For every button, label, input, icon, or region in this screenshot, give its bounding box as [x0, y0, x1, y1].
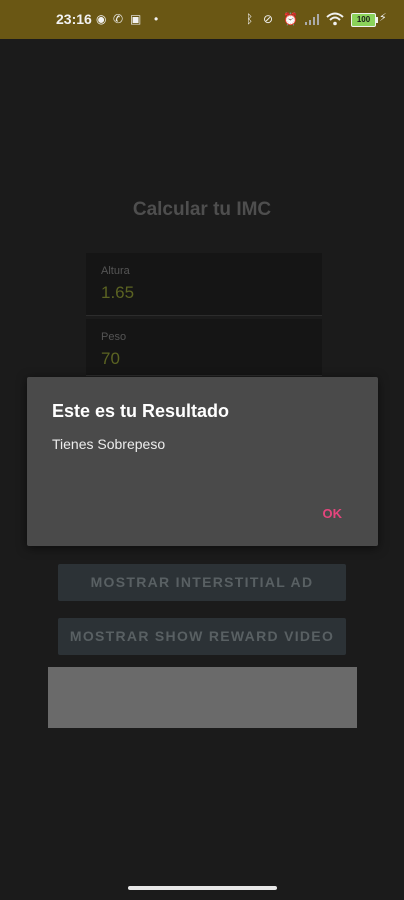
whatsapp-icon: ✆ — [113, 12, 124, 26]
dot-icon: • — [154, 12, 159, 26]
status-time: 23:16 — [56, 11, 92, 27]
page-title: Calcular tu IMC — [132, 199, 272, 220]
ok-button[interactable]: OK — [323, 506, 343, 521]
weight-label: Peso — [101, 331, 127, 343]
height-value[interactable]: 1.65 — [101, 283, 134, 303]
ad-banner-placeholder — [48, 667, 357, 728]
dialog-title: Este es tu Resultado — [52, 401, 230, 421]
battery-icon: 100 — [351, 13, 378, 27]
show-interstitial-ad-button[interactable]: MOSTRAR INTERSTITIAL AD — [58, 564, 346, 601]
messenger-icon: ◉ — [96, 12, 107, 26]
charging-icon: ⚡ — [379, 12, 387, 24]
weight-field[interactable]: Peso 70 — [86, 319, 322, 376]
bluetooth-icon: ᛒ — [246, 12, 254, 26]
weight-value[interactable]: 70 — [101, 349, 120, 369]
notification-icon: ▣ — [130, 12, 142, 26]
signal-icon — [305, 14, 319, 25]
height-field[interactable]: Altura 1.65 — [86, 253, 322, 316]
result-dialog: Este es tu Resultado Tienes Sobrepeso OK — [27, 377, 378, 546]
dialog-message: Tienes Sobrepeso — [52, 436, 166, 452]
show-reward-video-button[interactable]: MOSTRAR SHOW REWARD VIDEO — [58, 618, 346, 655]
mute-icon: ⊘ — [263, 12, 274, 26]
status-bar: 23:16 ◉ ✆ ▣ • ᛒ ⊘ ⏰ 100 ⚡ — [0, 0, 404, 39]
home-gesture-bar[interactable] — [128, 886, 277, 890]
alarm-icon: ⏰ — [283, 12, 298, 26]
wifi-icon — [326, 12, 344, 26]
height-label: Altura — [101, 265, 130, 277]
